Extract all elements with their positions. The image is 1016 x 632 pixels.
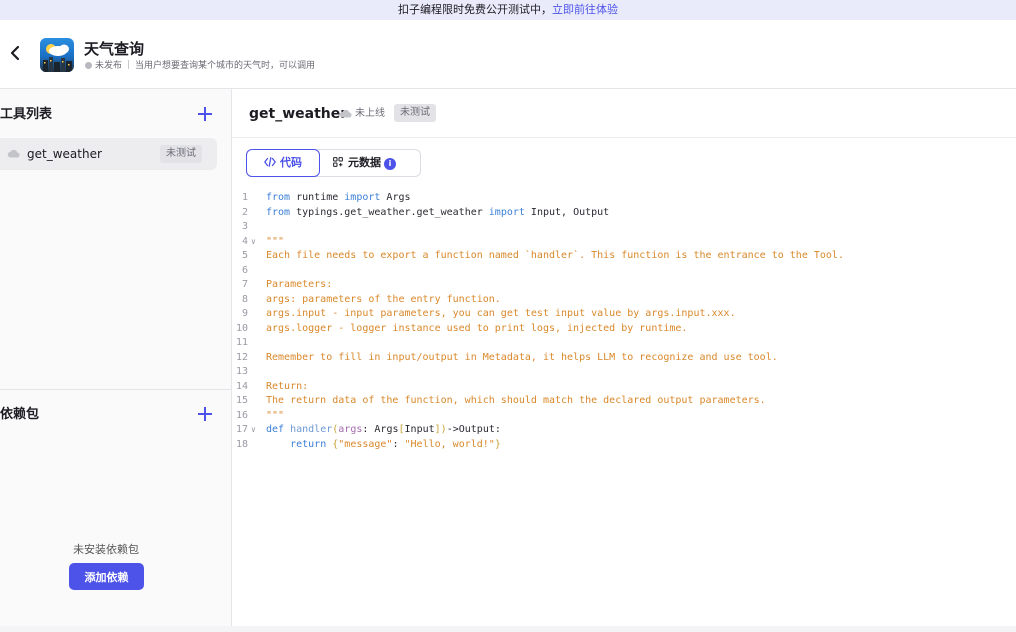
status-badge: 未测试 [160,145,202,163]
line-number: 6 [241,264,248,276]
tool-item-name: get_weather [27,147,102,161]
add-dependency-plus-button[interactable] [198,407,212,421]
code-text: Each file needs to export a function nam… [266,250,844,261]
code-text: args.input - input parameters, you can g… [266,308,736,319]
line-number: 14 [235,380,248,392]
tool-item-get-weather[interactable]: get_weather 未测试 [0,138,217,170]
code-text: args.logger - logger instance used to pr… [266,322,688,334]
code-text: args: parameters of the entry function. [266,293,501,305]
line-number: 8 [241,293,248,305]
app-description: 当用户想要查询某个城市的天气时，可以调用 [135,61,316,71]
info-icon: i [384,158,396,170]
test-status-badge: 未测试 [394,104,436,122]
chevron-left-icon [10,45,20,61]
sidebar-divider [0,389,231,390]
line-number: 4 [241,235,248,247]
line-number: 5 [241,250,248,261]
line-number: 18 [235,438,248,450]
tab-metadata-label: 元数据 [348,156,381,169]
add-dependency-button[interactable]: 添加依赖 [69,563,144,590]
app-meta: 未发布 当用户想要查询某个城市的天气时，可以调用 [85,60,315,72]
sidebar: 工具列表 get_weather 未测试 依赖包 未安装依赖包 添加依赖 [0,89,232,627]
tool-title: get_weather [249,106,348,122]
fold-chevron-icon[interactable]: ∨ [251,423,259,438]
code-text: Return: [266,380,309,392]
back-button[interactable] [8,42,24,64]
add-tool-button[interactable] [198,107,212,121]
code-text: """ [266,235,285,247]
line-number: 2 [241,206,248,218]
line-number: 15 [235,395,248,406]
code-text: def handler(args: Args[Input])->Output: [266,424,501,435]
line-number: 10 [235,322,248,334]
code-text: from typings.get_weather.get_weather imp… [266,206,610,218]
tab-metadata[interactable]: 元数据 i [333,150,396,176]
editor-tabs: 代码 元数据 i [246,149,421,177]
tab-code[interactable]: 代码 [246,149,320,177]
code-text: The return data of the function, which s… [266,395,766,406]
banner-link[interactable]: 立即前往体验 [552,3,618,16]
publish-status: 未发布 [95,61,123,71]
weather-app-icon [40,38,74,72]
online-status: 未上线 [339,108,385,120]
bottom-strip [0,626,1016,632]
code-text: """ [266,409,285,421]
line-number: 16 [235,409,248,421]
metadata-grid-icon [333,157,343,167]
line-number: 3 [241,221,248,232]
status-dot-icon [85,62,92,69]
code-text: return {"message": "Hello, world!"} [290,438,501,450]
line-number: 12 [235,351,248,363]
tools-section-title: 工具列表 [0,107,53,122]
online-status-text: 未上线 [355,108,385,119]
app-header: 天气查询 未发布 当用户想要查询某个城市的天气时，可以调用 [0,20,1016,88]
line-number: 1 [241,192,248,203]
fold-chevron-icon[interactable]: ∨ [251,235,259,250]
announcement-banner: 扣子编程限时免费公开测试中，立即前往体验 [0,0,1016,20]
tool-header: get_weather 未上线 未测试 [232,89,1016,138]
main-frame: 工具列表 get_weather 未测试 依赖包 未安装依赖包 添加依赖 get… [0,88,1016,627]
line-number: 11 [235,337,248,348]
tool-editor: get_weather 未上线 未测试 代码 元数据 i 1 from runt… [232,89,1016,627]
cloud-icon [339,109,352,118]
line-number: 7 [241,279,248,290]
deps-section-title: 依赖包 [0,407,40,422]
tab-code-label: 代码 [280,156,302,169]
code-text: from runtime import Args [266,192,411,203]
line-number: 17 [235,424,248,435]
deps-empty-text: 未安装依赖包 [73,543,139,556]
cloud-icon [7,149,20,158]
code-editor[interactable]: 1 from runtime import Args 2 from typings.g… [232,191,1016,627]
meta-divider [128,60,130,69]
code-text: Parameters: [266,279,333,290]
app-title: 天气查询 [84,40,145,58]
banner-text: 扣子编程限时免费公开测试中， [398,3,552,16]
line-number: 9 [241,308,248,319]
line-number: 13 [235,366,248,377]
code-icon [264,157,276,167]
code-text: Remember to fill in input/output in Meta… [266,351,778,363]
